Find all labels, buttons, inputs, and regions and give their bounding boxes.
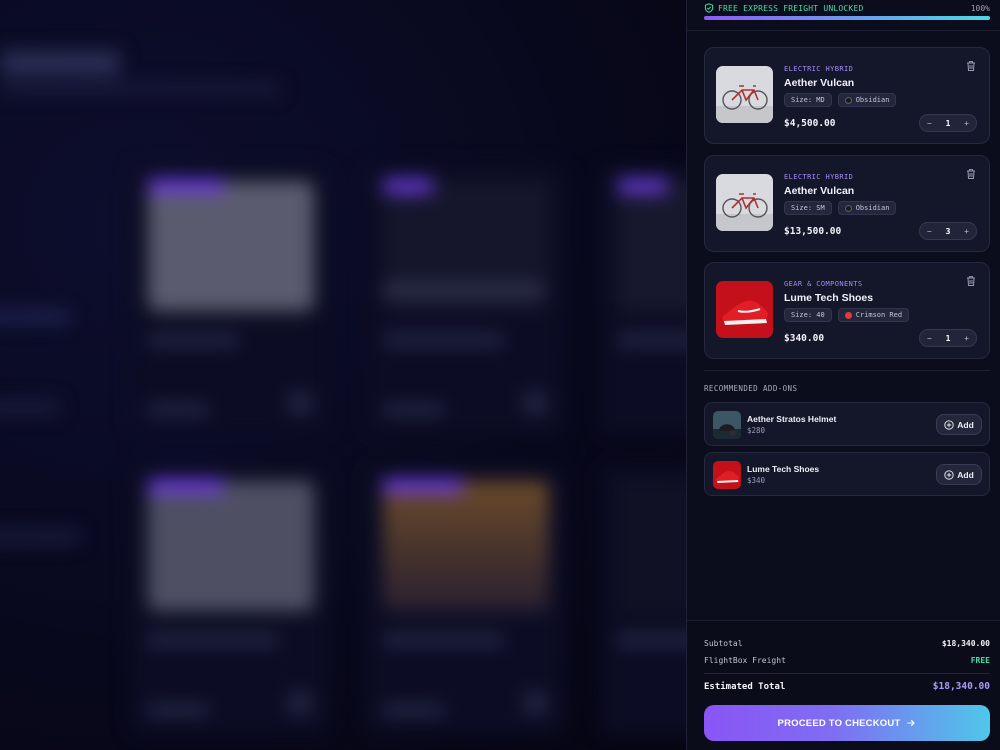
color-swatch [844,311,852,319]
color-swatch [844,96,852,104]
addon-item: Aether Stratos Helmet $280 Add [704,402,990,446]
shield-check-icon [704,3,714,13]
cart-item: ELECTRIC HYBRID Aether Vulcan Size: MD O… [704,47,990,144]
item-color-tag: Obsidian [837,93,897,107]
item-price: $340.00 [784,333,825,344]
item-category: ELECTRIC HYBRID [784,173,854,181]
order-summary: Subtotal $18,340.00 FlightBox Freight FR… [687,620,1000,750]
total-row: Estimated Total $18,340.00 [704,681,990,692]
freight-progress-banner: FREE EXPRESS FREIGHT UNLOCKED 100% [687,0,1000,31]
red-shoes-image [713,461,741,489]
quantity-value: 1 [945,118,951,128]
increment-button[interactable]: + [964,334,969,343]
item-name: Aether Vulcan [784,185,855,197]
trash-icon[interactable] [965,168,977,180]
item-price: $13,500.00 [784,226,842,237]
red-shoes-image [716,281,773,338]
addon-price: $280 [747,426,766,435]
blurred-store-content [0,0,686,750]
quantity-value: 3 [945,226,951,236]
addon-name: Lume Tech Shoes [747,464,820,474]
cart-drawer: FREE EXPRESS FREIGHT UNLOCKED 100% ELECT… [686,0,1000,750]
blurred-page-title [0,50,120,76]
quantity-stepper: − 1 + [919,329,977,347]
item-price: $4,500.00 [784,118,836,129]
quantity-value: 1 [945,333,951,343]
freight-progress-fill [704,16,990,20]
item-category: ELECTRIC HYBRID [784,65,854,73]
recommended-heading: RECOMMENDED ADD-ONS [704,384,798,393]
item-category: GEAR & COMPONENTS [784,280,863,288]
checkout-button[interactable]: PROCEED TO CHECKOUT [704,705,990,741]
decrement-button[interactable]: − [927,334,932,343]
total-label: Estimated Total [704,681,786,692]
item-color-tag: Obsidian [837,201,897,215]
item-color-label: Crimson Red [855,311,903,319]
plus-circle-icon [944,469,954,480]
freight-value: FREE [970,656,990,665]
bicycle-image [716,174,773,231]
decrement-button[interactable]: − [927,227,932,236]
add-addon-button[interactable]: Add [936,464,982,485]
arrow-right-icon [907,719,916,727]
item-color-label: Obsidian [855,204,890,212]
subtotal-row: Subtotal $18,340.00 [704,639,990,648]
trash-icon[interactable] [965,275,977,287]
color-swatch [844,204,852,212]
blurred-product-card [365,465,565,735]
freight-label: FlightBox Freight [704,656,786,665]
blurred-filter [0,400,60,414]
plus-circle-icon [944,419,954,430]
bicycle-image [716,66,773,123]
add-button-label: Add [957,469,974,480]
blurred-product-card [130,165,330,435]
summary-divider [704,673,990,674]
item-color-tag: Crimson Red [837,308,910,322]
total-value: $18,340.00 [932,681,990,692]
helmet-image [713,411,741,439]
item-size-tag: Size: MD [784,93,832,107]
blurred-filter [0,310,70,324]
item-name: Aether Vulcan [784,77,855,89]
increment-button[interactable]: + [964,227,969,236]
freight-progress-bar [704,16,990,20]
freight-percent: 100% [970,3,990,13]
blurred-product-card [365,165,565,435]
blurred-product-card [130,465,330,735]
freight-status-text: FREE EXPRESS FREIGHT UNLOCKED [718,3,864,13]
cart-item: ELECTRIC HYBRID Aether Vulcan Size: SM O… [704,155,990,252]
blurred-filter [0,530,80,544]
increment-button[interactable]: + [964,119,969,128]
item-color-label: Obsidian [855,96,890,104]
blurred-product-card [600,465,686,735]
subtotal-value: $18,340.00 [941,639,990,648]
item-size-tag: Size: SM [784,201,832,215]
blurred-product-card [600,165,686,435]
blurred-page-subtitle [0,84,280,94]
decrement-button[interactable]: − [927,119,932,128]
addon-name: Aether Stratos Helmet [747,414,837,424]
item-size-tag: Size: 40 [784,308,832,322]
checkout-button-label: PROCEED TO CHECKOUT [777,717,901,729]
freight-row: FlightBox Freight FREE [704,656,990,665]
quantity-stepper: − 3 + [919,222,977,240]
addon-price: $340 [747,476,766,485]
subtotal-label: Subtotal [704,639,743,648]
add-addon-button[interactable]: Add [936,414,982,435]
item-name: Lume Tech Shoes [784,292,874,304]
addon-item: Lume Tech Shoes $340 Add [704,452,990,496]
trash-icon[interactable] [965,60,977,72]
blurred-store-background [0,0,686,750]
section-divider [704,370,990,371]
add-button-label: Add [957,419,974,430]
quantity-stepper: − 1 + [919,114,977,132]
cart-item: GEAR & COMPONENTS Lume Tech Shoes Size: … [704,262,990,359]
